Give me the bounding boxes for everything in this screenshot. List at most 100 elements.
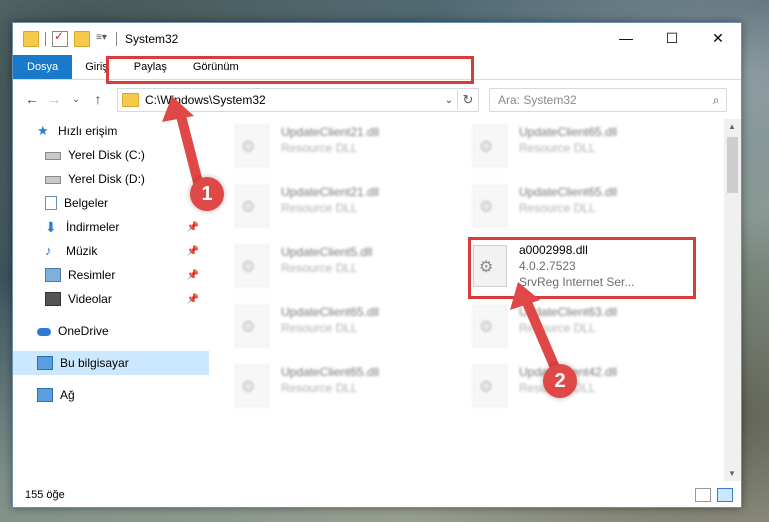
sidebar-item-label: Bu bilgisayar — [60, 356, 129, 370]
status-bar: 155 öğe — [13, 483, 741, 507]
sidebar-item-music[interactable]: ♪ Müzik 📌 — [13, 239, 209, 263]
gear-icon: ⚙ — [479, 199, 494, 216]
gear-icon: ⚙ — [479, 139, 494, 156]
pin-icon[interactable]: 📌 — [187, 270, 199, 281]
sidebar-item-network[interactable]: Ağ — [13, 383, 209, 407]
file-item[interactable]: ⚙ UpdateClient65.dll Resource DLL — [459, 119, 684, 169]
tab-file[interactable]: Dosya — [13, 55, 73, 79]
scrollbar-thumb[interactable] — [727, 137, 738, 193]
gear-icon: ⚙ — [479, 379, 494, 396]
properties-icon[interactable] — [52, 29, 68, 47]
document-icon — [45, 196, 57, 210]
download-icon: ⬇ — [45, 219, 57, 235]
sidebar-item-label: OneDrive — [58, 324, 109, 338]
pin-icon[interactable]: 📌 — [187, 246, 199, 257]
item-count: 155 öğe — [25, 489, 65, 501]
file-description: Resource DLL — [281, 201, 358, 215]
up-button[interactable]: ↑ — [87, 91, 109, 107]
pin-icon[interactable]: 📌 — [187, 222, 199, 233]
sidebar-item-local-disk-c[interactable]: Yerel Disk (C:) — [13, 143, 209, 167]
star-icon: ★ — [37, 123, 49, 138]
sidebar-item-quick-access[interactable]: ★ Hızlı erişim — [13, 119, 209, 143]
file-description: Resource DLL — [281, 261, 358, 275]
file-item[interactable]: ⚙ UpdateClient21.dll Resource DLL — [221, 179, 446, 229]
sidebar-item-label: Yerel Disk (C:) — [68, 148, 145, 162]
gear-icon: ⚙ — [241, 379, 256, 396]
file-name: UpdateClient21.dll — [281, 125, 380, 139]
forward-button[interactable]: → — [43, 91, 65, 107]
navigation-pane: ★ Hızlı erişim Yerel Disk (C:) Yerel Dis… — [13, 119, 209, 459]
address-bar[interactable]: C:\Windows\System32 ⌄ ↻ — [117, 88, 479, 112]
toolbar-separator — [116, 32, 117, 46]
file-item[interactable]: ⚙ UpdateClient65.dll Resource DLL — [459, 179, 684, 229]
search-input[interactable]: Ara: System32 — [490, 93, 706, 107]
scroll-up-icon[interactable]: ▲ — [728, 122, 736, 131]
folder-icon[interactable] — [23, 31, 39, 47]
step-2-badge: 2 — [543, 364, 577, 398]
address-bar-highlight — [106, 56, 474, 84]
view-switcher — [695, 488, 733, 502]
file-name: UpdateClient65.dll — [519, 185, 618, 199]
file-description: Resource DLL — [281, 321, 358, 335]
sidebar-item-pictures[interactable]: Resimler 📌 — [13, 263, 209, 287]
file-name: UpdateClient65.dll — [281, 305, 380, 319]
details-view-icon[interactable] — [695, 488, 711, 502]
back-button[interactable]: ← — [21, 91, 43, 107]
customize-toolbar-icon[interactable]: ≡▾ — [96, 32, 110, 46]
file-name: UpdateClient21.dll — [281, 185, 380, 199]
search-box[interactable]: Ara: System32 ⌕ — [489, 88, 727, 112]
navigation-bar: ← → ⌄ ↑ C:\Windows\System32 ⌄ ↻ Ara: Sys… — [13, 80, 741, 118]
sidebar-item-local-disk-d[interactable]: Yerel Disk (D:) — [13, 167, 209, 191]
step-1-badge: 1 — [190, 177, 224, 211]
sidebar-item-label: İndirmeler — [66, 220, 120, 234]
recent-locations-button[interactable]: ⌄ — [65, 94, 87, 105]
window-controls: — ☐ ✕ — [603, 23, 741, 53]
quick-access-toolbar: ≡▾ — [13, 29, 117, 47]
file-description: Resource DLL — [519, 321, 596, 335]
new-folder-icon[interactable] — [74, 31, 90, 47]
search-icon[interactable]: ⌕ — [706, 93, 726, 108]
gear-icon: ⚙ — [241, 199, 256, 216]
file-item[interactable]: ⚙ UpdateClient63.dll Resource DLL — [459, 299, 684, 349]
pin-icon[interactable]: 📌 — [187, 294, 199, 305]
file-description: Resource DLL — [519, 201, 596, 215]
computer-icon — [37, 356, 53, 370]
address-dropdown-icon[interactable]: ⌄ — [441, 95, 457, 106]
maximize-button[interactable]: ☐ — [649, 23, 695, 53]
sidebar-item-label: Ağ — [60, 388, 75, 402]
file-item[interactable]: ⚙ UpdateClient21.dll Resource DLL — [221, 119, 446, 169]
file-description: Resource DLL — [519, 141, 596, 155]
address-path[interactable]: C:\Windows\System32 — [145, 93, 441, 107]
sidebar-item-onedrive[interactable]: OneDrive — [13, 319, 209, 343]
sidebar-item-downloads[interactable]: ⬇ İndirmeler 📌 — [13, 215, 209, 239]
file-item[interactable]: ⚙ UpdateClient65.dll Resource DLL — [221, 299, 446, 349]
sidebar-item-label: Yerel Disk (D:) — [68, 172, 145, 186]
sidebar-item-label: Hızlı erişim — [58, 124, 118, 138]
file-highlight — [468, 237, 696, 299]
folder-icon — [122, 93, 139, 107]
gear-icon: ⚙ — [241, 319, 256, 336]
window-title: System32 — [125, 32, 179, 46]
file-name: UpdateClient65.dll — [281, 365, 380, 379]
sidebar-item-documents[interactable]: Belgeler — [13, 191, 209, 215]
minimize-button[interactable]: — — [603, 23, 649, 53]
sidebar-item-label: Videolar — [68, 292, 112, 306]
file-description: Resource DLL — [281, 141, 358, 155]
gear-icon: ⚙ — [241, 259, 256, 276]
vertical-scrollbar[interactable]: ▲ ▼ — [724, 119, 741, 481]
sidebar-item-videos[interactable]: Videolar 📌 — [13, 287, 209, 311]
file-item[interactable]: ⚙ UpdateClient5.dll Resource DLL — [221, 239, 446, 289]
refresh-icon[interactable]: ↻ — [457, 90, 478, 110]
sidebar-item-this-pc[interactable]: Bu bilgisayar — [13, 351, 209, 375]
file-description: Resource DLL — [281, 381, 358, 395]
network-icon — [37, 388, 53, 402]
title-bar: ≡▾ System32 — ☐ ✕ — [13, 23, 741, 55]
video-icon — [45, 292, 61, 306]
pictures-icon — [45, 268, 61, 282]
file-item[interactable]: ⚙ UpdateClient65.dll Resource DLL — [221, 359, 446, 409]
close-button[interactable]: ✕ — [695, 23, 741, 53]
tiles-view-icon[interactable] — [717, 488, 733, 502]
scroll-down-icon[interactable]: ▼ — [728, 469, 736, 478]
